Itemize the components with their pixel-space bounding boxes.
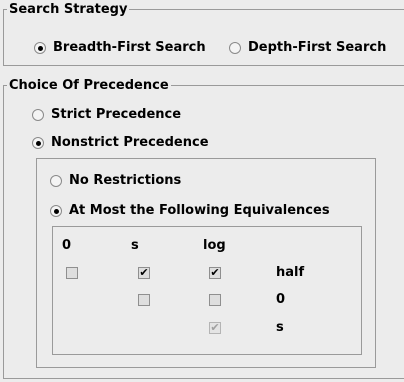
at-most-equivalences-radio[interactable]: At Most the Following Equivalences [50,203,330,219]
checkbox-log-s: ✔ [209,321,221,334]
depth-first-radio[interactable]: Depth-First Search [229,40,386,56]
strict-precedence-radio[interactable]: Strict Precedence [32,107,181,123]
at-most-equivalences-label: At Most the Following Equivalences [69,203,330,218]
nonstrict-precedence-radio[interactable]: Nonstrict Precedence [32,135,209,151]
radio-selected-icon [32,137,44,149]
nonstrict-precedence-label: Nonstrict Precedence [51,135,209,150]
no-restrictions-label: No Restrictions [69,173,182,188]
radio-unselected-icon [32,109,44,121]
row-label-half: half [276,265,305,280]
radio-unselected-icon [229,42,241,54]
breadth-first-label: Breadth-First Search [53,40,206,55]
checkbox-log-half[interactable]: ✔ [209,267,221,279]
column-header-log: log [203,238,226,253]
column-header-0: 0 [62,238,72,253]
radio-unselected-icon [50,175,62,187]
depth-first-label: Depth-First Search [248,40,387,55]
no-restrictions-radio[interactable]: No Restrictions [50,173,181,189]
row-label-s: s [276,320,284,335]
precedence-title: Choice Of Precedence [7,78,171,94]
breadth-first-radio[interactable]: Breadth-First Search [34,40,206,56]
strict-precedence-label: Strict Precedence [51,107,182,122]
search-strategy-title: Search Strategy [7,2,130,18]
checkbox-0-half[interactable] [66,267,78,279]
checkbox-s-half[interactable]: ✔ [138,267,150,279]
row-label-0: 0 [276,292,286,307]
column-header-s: s [131,238,139,253]
checkbox-s-0[interactable] [138,294,150,306]
radio-selected-icon [34,42,46,54]
radio-selected-icon [50,205,62,217]
checkbox-log-0[interactable] [209,294,221,306]
